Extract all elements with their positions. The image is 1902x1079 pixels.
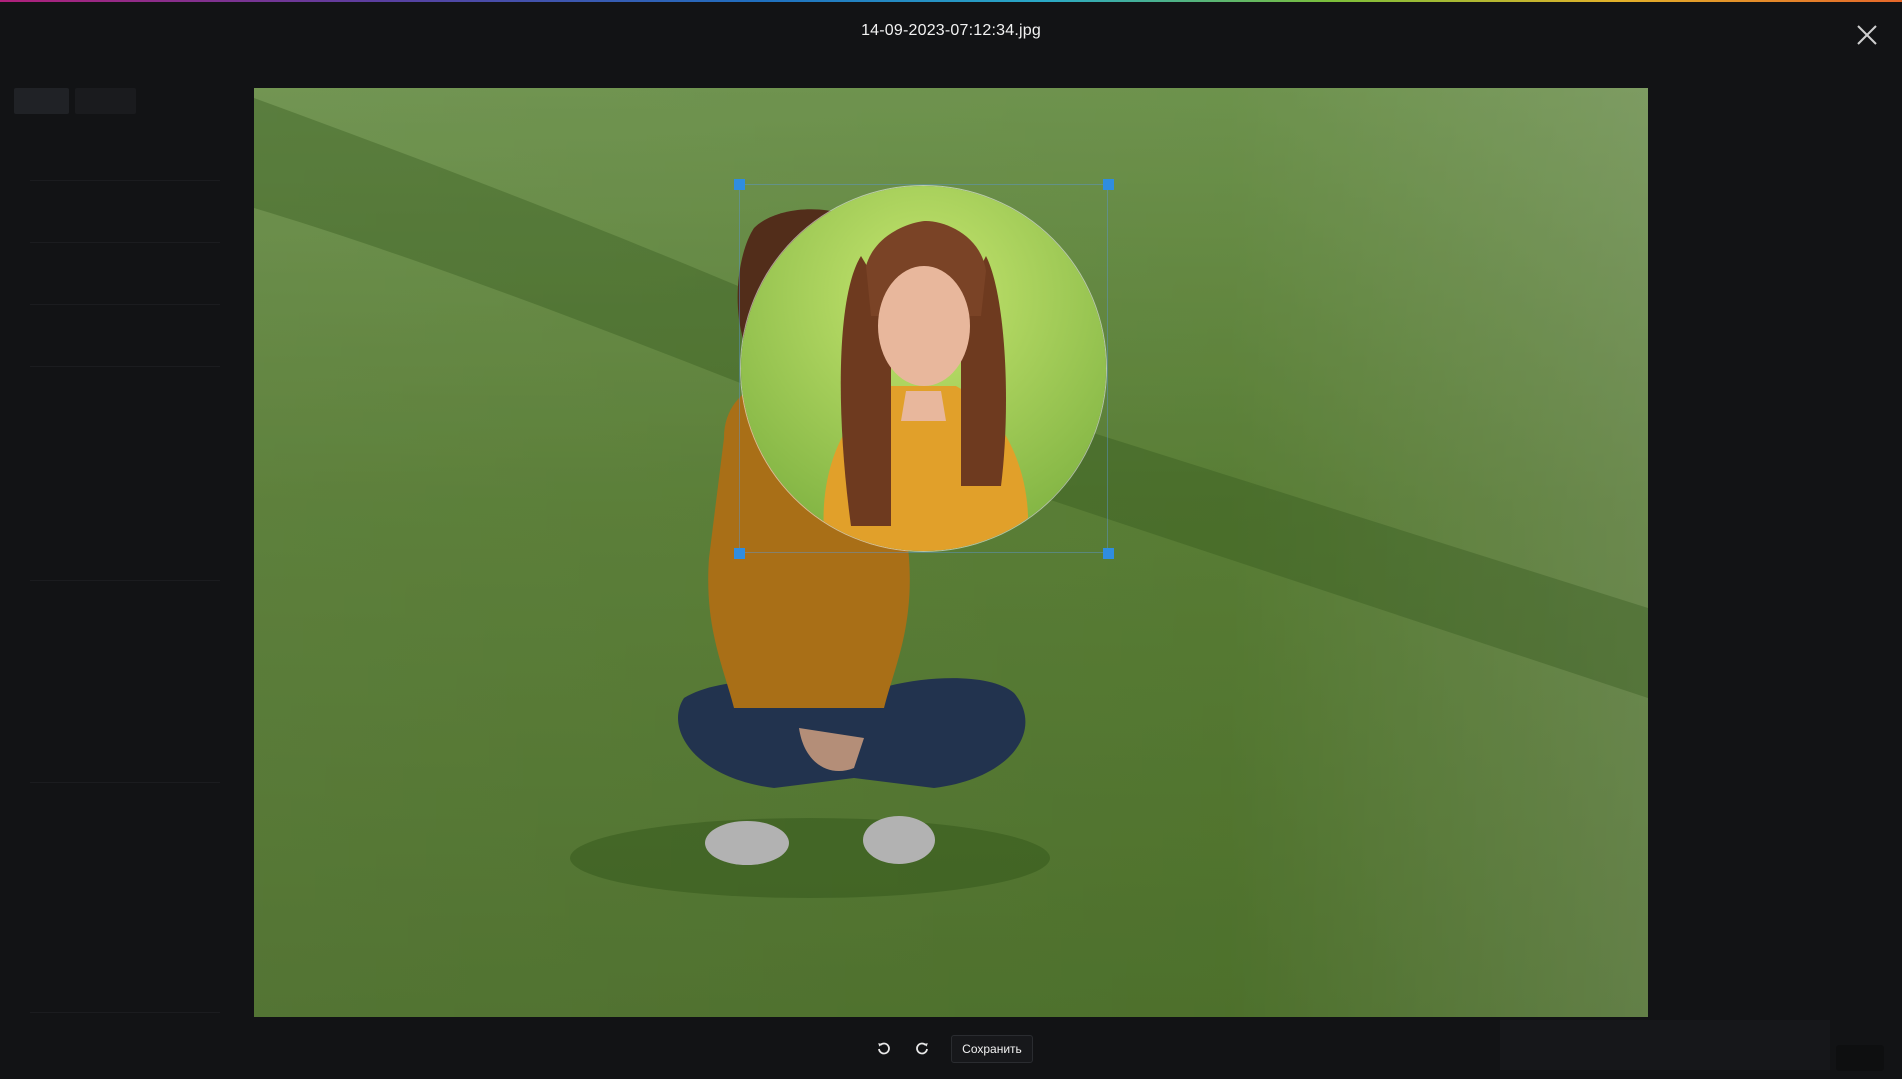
close-button[interactable] — [1852, 20, 1882, 50]
rotate-right-button[interactable] — [907, 1034, 937, 1064]
background-tab — [14, 88, 69, 114]
crop-handle-bottom-right[interactable] — [1103, 548, 1114, 559]
close-icon — [1857, 25, 1877, 45]
background-divider — [30, 304, 220, 305]
background-divider — [30, 180, 220, 181]
image-editor-toolbar: Сохранить — [0, 1033, 1902, 1065]
rotate-ccw-icon — [878, 1042, 891, 1055]
save-button[interactable]: Сохранить — [951, 1035, 1033, 1063]
background-tabs — [14, 88, 137, 114]
top-gradient-bar — [0, 0, 1902, 2]
background-divider — [30, 366, 220, 367]
background-tab — [74, 88, 137, 114]
background-divider — [30, 1012, 220, 1013]
background-divider — [30, 782, 220, 783]
background-divider — [30, 242, 220, 243]
crop-handle-bottom-left[interactable] — [734, 548, 745, 559]
background-divider — [30, 580, 220, 581]
rotate-cw-icon — [916, 1042, 929, 1055]
image-file-title: 14-09-2023-07:12:34.jpg — [861, 22, 1041, 39]
crop-handle-top-left[interactable] — [734, 179, 745, 190]
crop-handle-top-right[interactable] — [1103, 179, 1114, 190]
crop-selection-box[interactable] — [739, 184, 1108, 553]
background-app-panel — [0, 70, 250, 1079]
rotate-left-button[interactable] — [869, 1034, 899, 1064]
